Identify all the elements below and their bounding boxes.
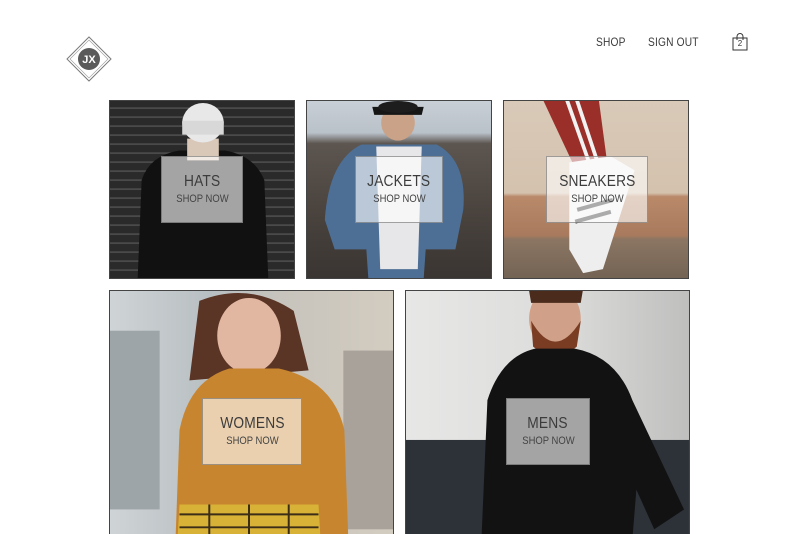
svg-text:JX: JX bbox=[82, 54, 96, 66]
brand-logo[interactable]: JX bbox=[66, 36, 112, 82]
homepage: JX SHOP SIGN OUT 2 HATS SHOP NOW JACKETS… bbox=[0, 0, 800, 534]
shop-now-link[interactable]: SHOP NOW bbox=[176, 193, 228, 206]
category-title: JACKETS bbox=[367, 173, 431, 190]
mens-label-box: MENS SHOP NOW bbox=[506, 398, 590, 465]
category-title: HATS bbox=[183, 173, 221, 190]
jackets-label-box: JACKETS SHOP NOW bbox=[355, 156, 443, 223]
category-tile-sneakers[interactable]: SNEAKERS SHOP NOW bbox=[503, 100, 689, 279]
category-tile-jackets[interactable]: JACKETS SHOP NOW bbox=[306, 100, 492, 279]
shop-now-link[interactable]: SHOP NOW bbox=[373, 193, 425, 206]
category-title: WOMENS bbox=[219, 415, 285, 432]
nav-sign-out-link[interactable]: SIGN OUT bbox=[648, 35, 699, 49]
cart-count-badge: 2 bbox=[737, 39, 743, 48]
category-title: MENS bbox=[527, 415, 569, 432]
category-title: SNEAKERS bbox=[558, 173, 636, 190]
womens-label-box: WOMENS SHOP NOW bbox=[202, 398, 302, 465]
shop-now-link[interactable]: SHOP NOW bbox=[522, 435, 574, 448]
shop-now-link[interactable]: SHOP NOW bbox=[571, 193, 623, 206]
nav-shop-link[interactable]: SHOP bbox=[596, 35, 626, 49]
category-tile-womens[interactable]: WOMENS SHOP NOW bbox=[109, 290, 394, 534]
category-tile-hats[interactable]: HATS SHOP NOW bbox=[109, 100, 295, 279]
category-tile-mens[interactable]: MENS SHOP NOW bbox=[405, 290, 690, 534]
top-nav: SHOP SIGN OUT 2 bbox=[596, 33, 748, 51]
sneakers-label-box: SNEAKERS SHOP NOW bbox=[546, 156, 648, 223]
shop-now-link[interactable]: SHOP NOW bbox=[226, 435, 278, 448]
cart-button[interactable]: 2 bbox=[732, 33, 748, 51]
hats-label-box: HATS SHOP NOW bbox=[161, 156, 243, 223]
